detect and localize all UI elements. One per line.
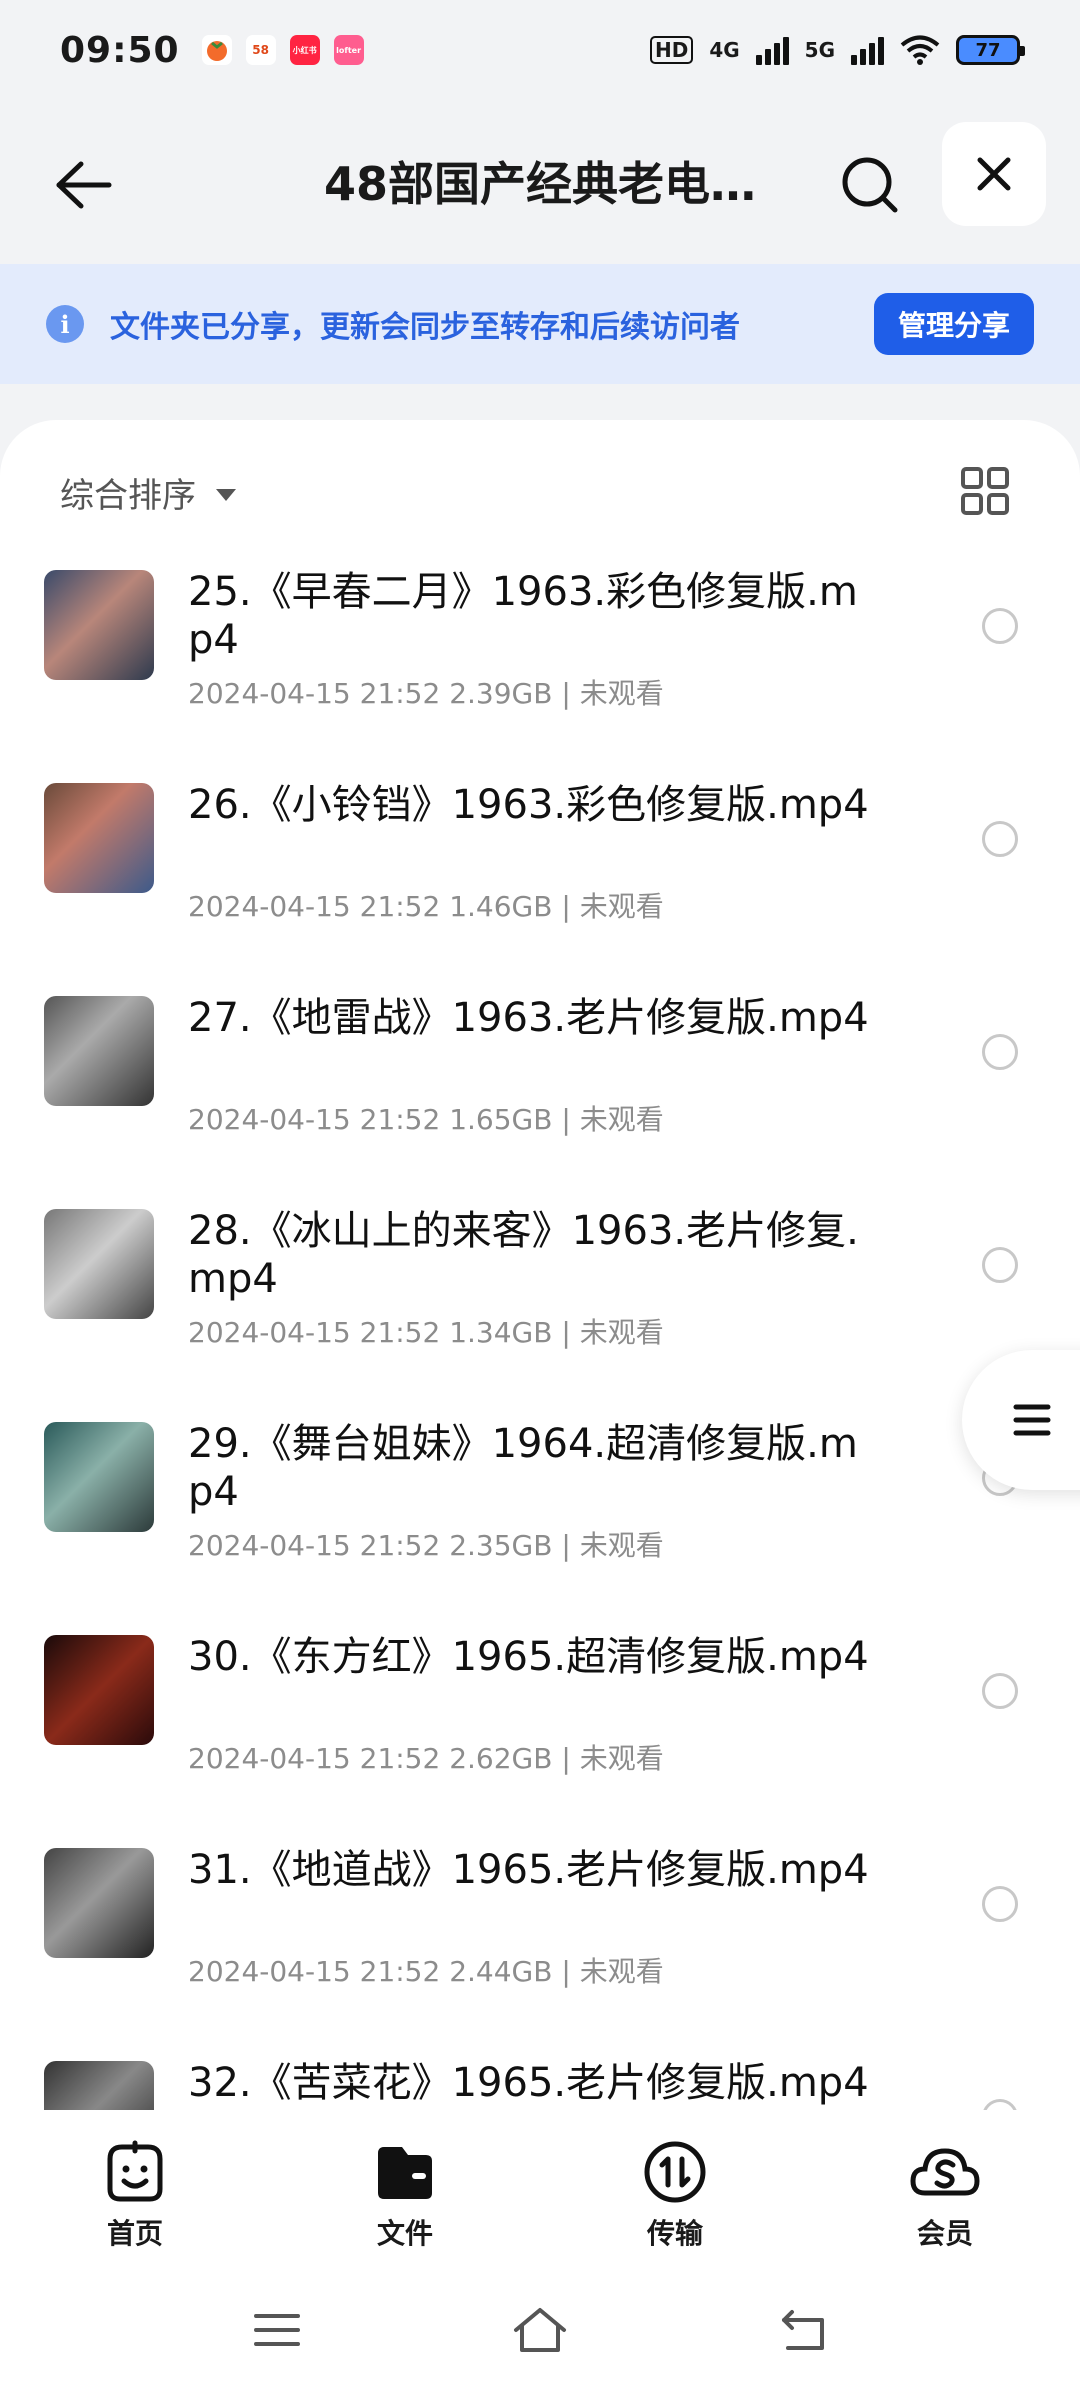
select-checkbox[interactable]: [982, 608, 1018, 644]
search-button[interactable]: [830, 145, 910, 225]
lofter-icon: lofter: [333, 35, 364, 65]
select-checkbox[interactable]: [982, 1673, 1018, 1709]
home-face-icon: [99, 2136, 171, 2208]
select-checkbox[interactable]: [982, 821, 1018, 857]
file-meta: 2024-04-15 21:52 2.62GB | 未观看: [188, 1742, 664, 1775]
video-thumbnail: [44, 570, 154, 680]
tab-home[interactable]: 首页: [35, 2136, 235, 2252]
file-name: 27.《地雷战》1963.老片修复版.mp4: [188, 995, 869, 1041]
file-meta: 2024-04-15 21:52 2.44GB | 未观看: [188, 1955, 664, 1988]
list-item[interactable]: 26.《小铃铛》1963.彩色修复版.mp4 2024-04-15 21:52 …: [0, 763, 1080, 976]
list-item[interactable]: 30.《东方红》1965.超清修复版.mp4 2024-04-15 21:52 …: [0, 1615, 1080, 1828]
video-thumbnail: [44, 783, 154, 893]
tab-transfer-label: 传输: [646, 2217, 703, 2250]
file-name: 31.《地道战》1965.老片修复版.mp4: [188, 1847, 869, 1893]
system-navigation-bar: [0, 2260, 1080, 2400]
list-item[interactable]: 29.《舞台姐妹》1964.超清修复版.mp4 2024-04-15 21:52…: [0, 1402, 1080, 1615]
network-5g-label: 5G: [804, 38, 835, 62]
file-meta: 2024-04-15 21:52 1.65GB | 未观看: [188, 1103, 664, 1136]
video-thumbnail: [44, 2061, 154, 2110]
vip-cloud-icon: [909, 2136, 981, 2208]
tab-home-label: 首页: [106, 2217, 163, 2250]
signal-4g-icon: [755, 35, 789, 65]
battery-icon: 77: [956, 35, 1025, 65]
list-item[interactable]: 31.《地道战》1965.老片修复版.mp4 2024-04-15 21:52 …: [0, 1828, 1080, 2041]
file-list: 25.《早春二月》1963.彩色修复版.mp4 2024-04-15 21:52…: [0, 550, 1080, 2110]
chevron-down-icon: [216, 488, 236, 501]
info-icon: i: [46, 305, 84, 343]
tab-files-label: 文件: [376, 2217, 433, 2250]
list-item[interactable]: 27.《地雷战》1963.老片修复版.mp4 2024-04-15 21:52 …: [0, 976, 1080, 1189]
signal-5g-icon: [851, 35, 884, 65]
manage-share-button[interactable]: 管理分享: [873, 293, 1034, 355]
back-nav-icon[interactable]: [778, 2308, 828, 2352]
transfer-icon: [639, 2136, 711, 2208]
page-title: 48部国产经典老电…: [323, 157, 756, 211]
network-4g-label: 4G: [709, 38, 740, 62]
video-thumbnail: [44, 996, 154, 1106]
menu-icon: [1013, 1404, 1051, 1436]
xiaohongshu-icon: 小红书: [289, 35, 320, 65]
file-name: 32.《苦菜花》1965.老片修复版.mp4: [188, 2060, 869, 2106]
video-thumbnail: [44, 1635, 154, 1745]
folder-icon: [369, 2136, 441, 2208]
file-list-panel: 综合排序 25.《早春二月》1963.彩色修复版.mp4 2024-04-15 …: [0, 420, 1080, 2110]
tomato-app-icon: [201, 35, 232, 65]
select-checkbox[interactable]: [982, 1034, 1018, 1070]
tab-transfer[interactable]: 传输: [575, 2136, 775, 2252]
video-thumbnail: [44, 1848, 154, 1958]
clock: 09:50: [60, 29, 180, 71]
search-icon: [842, 157, 898, 213]
bottom-nav: 首页 文件 传输 会员: [0, 2110, 1080, 2260]
notification-icons: 58 小红书 lofter: [201, 35, 364, 65]
file-name: 26.《小铃铛》1963.彩色修复版.mp4: [188, 782, 869, 828]
file-meta: 2024-04-15 21:52 2.39GB | 未观看: [188, 677, 664, 710]
back-arrow-icon: [56, 161, 112, 209]
close-icon: [977, 157, 1011, 191]
list-item[interactable]: 25.《早春二月》1963.彩色修复版.mp4 2024-04-15 21:52…: [0, 550, 1080, 763]
sort-label: 综合排序: [60, 476, 196, 516]
video-thumbnail: [44, 1209, 154, 1319]
grid-view-icon[interactable]: [960, 466, 1010, 516]
battery-level: 77: [975, 39, 1001, 61]
file-name: 30.《东方红》1965.超清修复版.mp4: [188, 1634, 869, 1680]
file-meta: 2024-04-15 21:52 2.35GB | 未观看: [188, 1529, 664, 1562]
hd-icon: HD: [649, 36, 694, 64]
header: 48部国产经典老电…: [0, 110, 1080, 260]
tab-vip[interactable]: 会员: [845, 2136, 1045, 2252]
file-name: 25.《早春二月》1963.彩色修复版.mp4: [188, 569, 858, 663]
select-checkbox[interactable]: [982, 1886, 1018, 1922]
file-meta: 2024-04-15 21:52 1.34GB | 未观看: [188, 1316, 664, 1349]
share-notice-text: 文件夹已分享，更新会同步至转存和后续访问者: [110, 310, 740, 345]
select-checkbox[interactable]: [982, 2099, 1018, 2110]
wifi-icon: [900, 35, 940, 65]
system-indicators: HD 4G 5G 77: [649, 34, 1025, 66]
list-item[interactable]: 28.《冰山上的来客》1963.老片修复.mp4 2024-04-15 21:5…: [0, 1189, 1080, 1402]
app-58-icon: 58: [245, 35, 276, 65]
list-item[interactable]: 32.《苦菜花》1965.老片修复版.mp4: [0, 2041, 1080, 2110]
tab-files[interactable]: 文件: [305, 2136, 505, 2252]
video-thumbnail: [44, 1422, 154, 1532]
select-checkbox[interactable]: [982, 1247, 1018, 1283]
file-meta: 2024-04-15 21:52 1.46GB | 未观看: [188, 890, 664, 923]
close-button[interactable]: [942, 122, 1046, 226]
list-toolbar: 综合排序: [0, 420, 1080, 550]
sort-dropdown[interactable]: 综合排序: [60, 468, 236, 517]
file-name: 29.《舞台姐妹》1964.超清修复版.mp4: [188, 1421, 858, 1515]
file-name: 28.《冰山上的来客》1963.老片修复.mp4: [188, 1208, 859, 1302]
back-button[interactable]: [48, 150, 118, 220]
tab-vip-label: 会员: [916, 2217, 973, 2250]
home-icon[interactable]: [512, 2306, 568, 2354]
status-bar: 09:50 58 小红书 lofter HD 4G 5G 77: [0, 0, 1080, 100]
share-banner: i 文件夹已分享，更新会同步至转存和后续访问者 管理分享: [0, 264, 1080, 384]
recents-menu-icon[interactable]: [252, 2310, 302, 2350]
